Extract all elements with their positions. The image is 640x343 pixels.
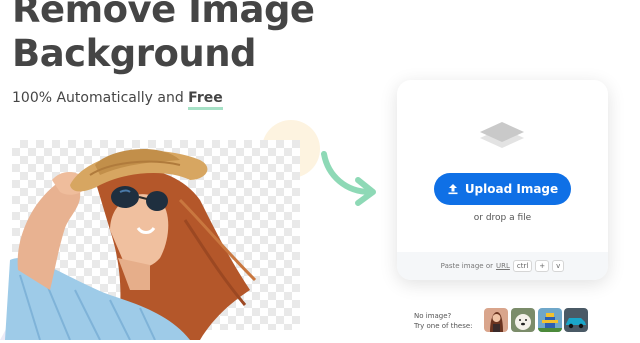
kbd-ctrl: ctrl: [512, 260, 533, 272]
drop-file-text: or drop a file: [473, 213, 532, 223]
drop-zone[interactable]: Upload Image or drop a file: [397, 80, 608, 252]
sample-woman-thumbnail: [484, 308, 508, 332]
sample-image-woman[interactable]: [484, 308, 508, 332]
title-line-1: Remove Image: [12, 0, 315, 31]
subtitle-prefix: 100% Automatically and: [12, 90, 184, 106]
subtitle-free: Free: [188, 90, 223, 110]
upload-icon: [448, 184, 458, 195]
upload-button-label: Upload Image: [464, 182, 559, 196]
sample-prompt-line-1: No image?: [414, 312, 452, 320]
curved-arrow-icon: [321, 151, 376, 206]
sample-image-dog[interactable]: [511, 308, 535, 332]
paste-bar: Paste image or URL ctrl + v: [397, 252, 608, 280]
kbd-v: v: [552, 260, 565, 272]
url-link[interactable]: URL: [496, 262, 510, 270]
upload-card[interactable]: Upload Image or drop a file Paste image …: [397, 80, 608, 280]
example-cutout-photo: [5, 149, 257, 340]
sample-image-hydrant[interactable]: [538, 308, 562, 332]
sample-prompt: No image? Try one of these:: [414, 311, 473, 331]
layers-icon: [480, 122, 524, 148]
subtitle: 100% Automatically and Free: [12, 90, 223, 110]
kbd-plus: +: [535, 260, 550, 272]
sample-hydrant-thumbnail: [538, 308, 562, 332]
paste-text: Paste image or: [440, 262, 493, 270]
page: Remove Image Background 100% Automatical…: [0, 0, 640, 343]
sample-car-thumbnail: [564, 308, 588, 332]
sample-image-car[interactable]: [564, 308, 588, 332]
sample-dog-thumbnail: [511, 308, 535, 332]
sample-prompt-line-2: Try one of these:: [414, 322, 473, 330]
title-line-2: Background: [12, 32, 257, 75]
upload-image-button[interactable]: Upload Image: [434, 173, 571, 205]
page-title: Remove Image Background: [12, 0, 315, 76]
